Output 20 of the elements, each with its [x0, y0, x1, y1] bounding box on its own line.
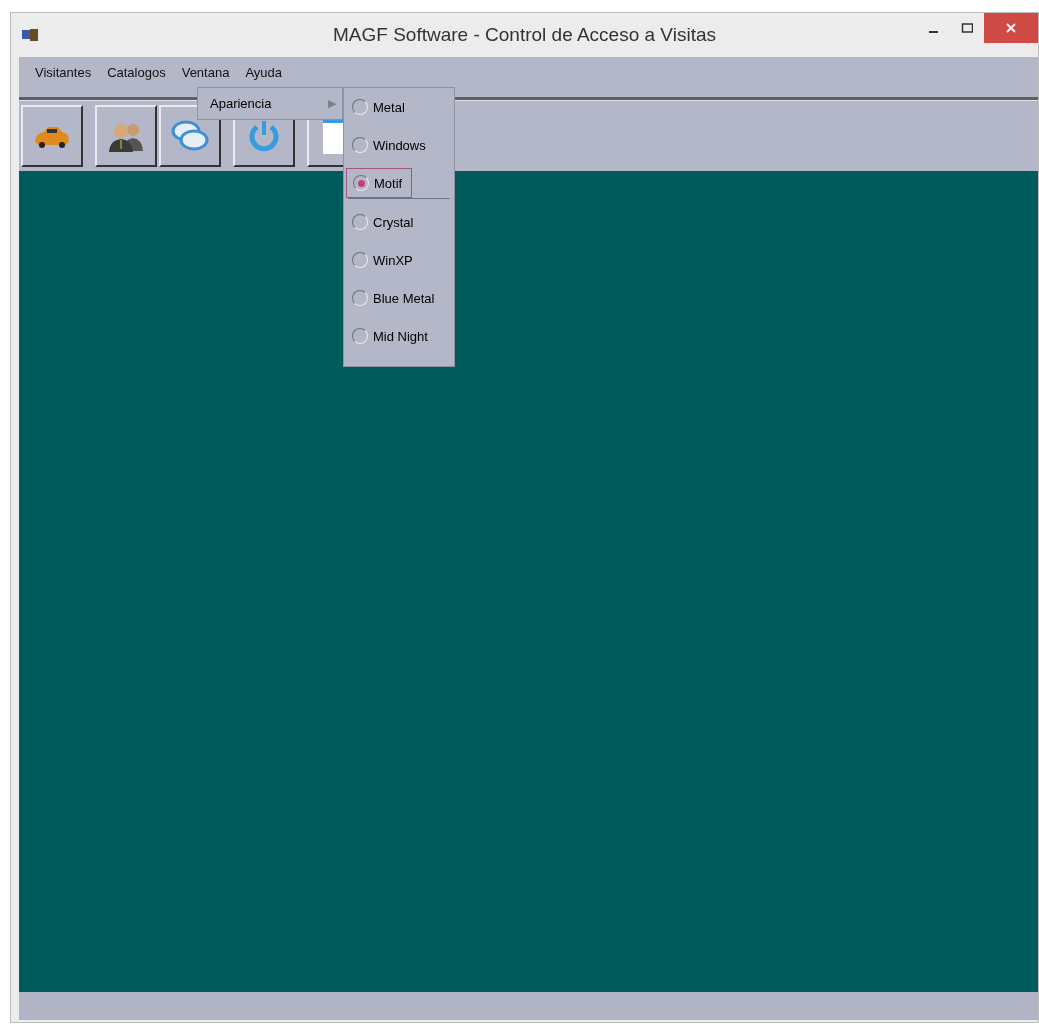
radio-menu-item[interactable]: Mid Night: [346, 321, 450, 351]
minimize-icon: [928, 31, 938, 33]
menu-item[interactable]: Visitantes: [27, 64, 100, 90]
menu-item[interactable]: Ayuda: [237, 64, 291, 90]
toolbar-button[interactable]: [21, 105, 83, 167]
menu-item[interactable]: Apariencia ▶: [198, 88, 342, 119]
radio-menu-item[interactable]: Crystal: [346, 207, 450, 237]
radio-menu-item[interactable]: WinXP: [346, 245, 450, 275]
close-button[interactable]: [984, 13, 1038, 43]
menu-item[interactable]: Ventana: [173, 64, 238, 90]
radio-menu-item[interactable]: Blue Metal: [346, 283, 450, 313]
app-icon: [21, 28, 39, 42]
chat-bubbles-icon: [170, 119, 210, 153]
radio-menu-item[interactable]: Windows: [346, 130, 450, 160]
maximize-icon: [961, 22, 973, 34]
close-icon: [1005, 22, 1017, 34]
toolbar-button[interactable]: [95, 105, 157, 167]
menu-item[interactable]: Catalogos: [99, 64, 174, 90]
radio-menu-item[interactable]: Metal: [346, 92, 450, 122]
window-title: MAGF Software - Control de Acceso a Visitas: [332, 24, 717, 46]
